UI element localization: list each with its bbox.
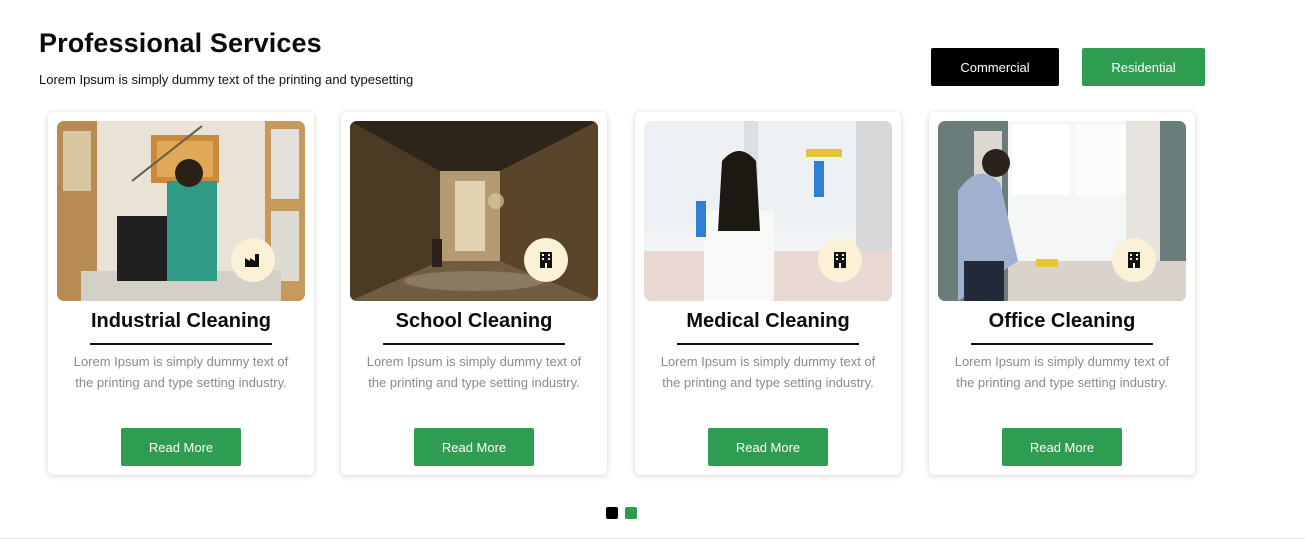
card-description: Lorem Ipsum is simply dummy text of the … <box>73 354 289 390</box>
card-description: Lorem Ipsum is simply dummy text of the … <box>954 354 1170 390</box>
section-title: Professional Services <box>39 28 322 58</box>
service-card-image <box>350 121 598 301</box>
read-more-button[interactable]: Read More <box>708 428 828 466</box>
title-underline <box>383 343 565 345</box>
card-description: Lorem Ipsum is simply dummy text of the … <box>366 354 582 390</box>
building-icon <box>1112 238 1156 282</box>
card-title: School Cleaning <box>395 310 553 332</box>
carousel-dot-1[interactable] <box>606 507 618 519</box>
service-card-office: Office Cleaning Lorem Ipsum is simply du… <box>929 112 1195 475</box>
card-title: Office Cleaning <box>988 310 1136 332</box>
service-card-school: School Cleaning Lorem Ipsum is simply du… <box>341 112 607 475</box>
card-title: Medical Cleaning <box>686 310 850 332</box>
residential-tab-button[interactable]: Residential <box>1082 48 1205 86</box>
section-subtitle: Lorem Ipsum is simply dummy text of the … <box>39 72 414 87</box>
service-card-image <box>644 121 892 301</box>
carousel-dot-2[interactable] <box>625 507 637 519</box>
read-more-button[interactable]: Read More <box>414 428 534 466</box>
service-card-industrial: Industrial Cleaning Lorem Ipsum is simpl… <box>48 112 314 475</box>
card-description: Lorem Ipsum is simply dummy text of the … <box>660 354 876 390</box>
service-card-medical: Medical Cleaning Lorem Ipsum is simply d… <box>635 112 901 475</box>
title-underline <box>677 343 859 345</box>
service-card-image <box>57 121 305 301</box>
title-underline <box>90 343 272 345</box>
factory-icon <box>231 238 275 282</box>
title-underline <box>971 343 1153 345</box>
building-icon <box>524 238 568 282</box>
read-more-button[interactable]: Read More <box>1002 428 1122 466</box>
card-title: Industrial Cleaning <box>90 310 272 332</box>
service-card-image <box>938 121 1186 301</box>
read-more-button[interactable]: Read More <box>121 428 241 466</box>
commercial-tab-button[interactable]: Commercial <box>931 48 1059 86</box>
services-section: Professional Services Lorem Ipsum is sim… <box>0 0 1305 539</box>
building-icon <box>818 238 862 282</box>
